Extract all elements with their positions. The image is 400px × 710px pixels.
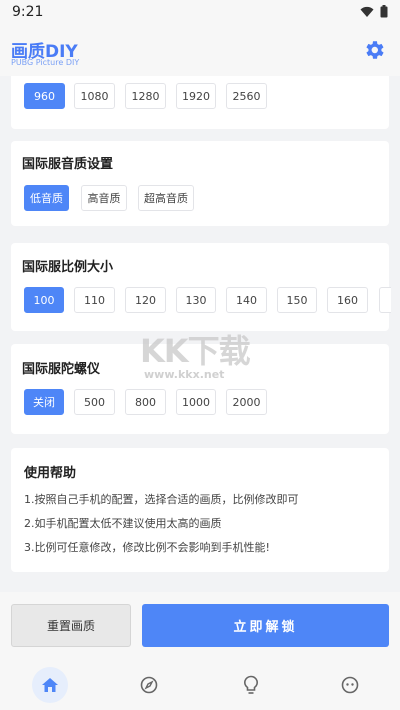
audio-option-low[interactable]: 低音质 [24, 185, 69, 211]
resolution-option-2560[interactable]: 2560 [226, 83, 267, 109]
status-time: 9:21 [12, 4, 44, 20]
ratio-option-130[interactable]: 130 [176, 287, 216, 313]
ratio-option-150[interactable]: 150 [277, 287, 317, 313]
wifi-icon [360, 6, 374, 17]
help-title: 使用帮助 [24, 466, 77, 481]
bulb-icon [244, 675, 258, 694]
help-line: 2.如手机配置太低不建议使用太高的画质 [24, 517, 222, 530]
reset-quality-button[interactable]: 重置画质 [11, 604, 131, 647]
resolution-option-1080[interactable]: 1080 [74, 83, 115, 109]
nav-discover[interactable] [131, 667, 167, 703]
audio-card: 国际服音质设置 低音质 高音质 超高音质 [11, 141, 389, 226]
ratio-option-160[interactable]: 160 [327, 287, 368, 313]
app-subtitle: PUBG Picture DIY [11, 58, 80, 67]
audio-title: 国际服音质设置 [22, 157, 114, 172]
status-icons [360, 5, 388, 18]
gyro-title: 国际服陀螺仪 [22, 362, 101, 377]
nav-tips[interactable] [233, 667, 269, 703]
gyro-option-1000[interactable]: 1000 [176, 389, 216, 415]
compass-icon [140, 676, 158, 694]
resolution-option-1920[interactable]: 1920 [176, 83, 216, 109]
help-line: 3.比例可任意修改，修改比例不会影响到手机性能! [24, 541, 270, 554]
audio-option-ultra[interactable]: 超高音质 [138, 185, 194, 211]
settings-list[interactable]: 960 1080 1280 1920 2560 国际服音质设置 低音质 高音质 … [0, 76, 400, 592]
ratio-card: 国际服比例大小 100 110 120 130 140 150 160 [11, 243, 391, 331]
ratio-option-120[interactable]: 120 [125, 287, 166, 313]
ratio-option-100[interactable]: 100 [24, 287, 64, 313]
settings-button[interactable] [362, 38, 386, 62]
battery-icon [380, 5, 388, 18]
bottom-bar: 重置画质 立即解锁 [0, 592, 400, 710]
gyro-option-off[interactable]: 关闭 [24, 389, 64, 415]
gyro-option-800[interactable]: 800 [125, 389, 166, 415]
ratio-title: 国际服比例大小 [22, 260, 114, 275]
help-line: 1.按照自己手机的配置，选择合适的画质，比例修改即可 [24, 493, 299, 506]
home-icon [42, 678, 58, 692]
gyro-card: 国际服陀螺仪 关闭 500 800 1000 2000 [11, 344, 389, 434]
ratio-option-110[interactable]: 110 [74, 287, 115, 313]
audio-option-high[interactable]: 高音质 [81, 185, 127, 211]
face-icon [341, 676, 359, 694]
nav-home[interactable] [32, 667, 68, 703]
app-bar: 画质DIY PUBG Picture DIY [0, 24, 400, 76]
nav-profile[interactable] [332, 667, 368, 703]
gear-icon [366, 41, 384, 59]
help-card: 使用帮助 1.按照自己手机的配置，选择合适的画质，比例修改即可 2.如手机配置太… [11, 448, 389, 572]
resolution-card: 960 1080 1280 1920 2560 [11, 76, 389, 129]
gyro-option-500[interactable]: 500 [74, 389, 115, 415]
resolution-option-960[interactable]: 960 [24, 83, 65, 109]
resolution-option-1280[interactable]: 1280 [125, 83, 166, 109]
ratio-option-overflow[interactable] [379, 287, 391, 313]
gyro-option-2000[interactable]: 2000 [226, 389, 267, 415]
ratio-option-140[interactable]: 140 [226, 287, 267, 313]
unlock-button[interactable]: 立即解锁 [142, 604, 389, 647]
status-bar: 9:21 [0, 0, 400, 24]
